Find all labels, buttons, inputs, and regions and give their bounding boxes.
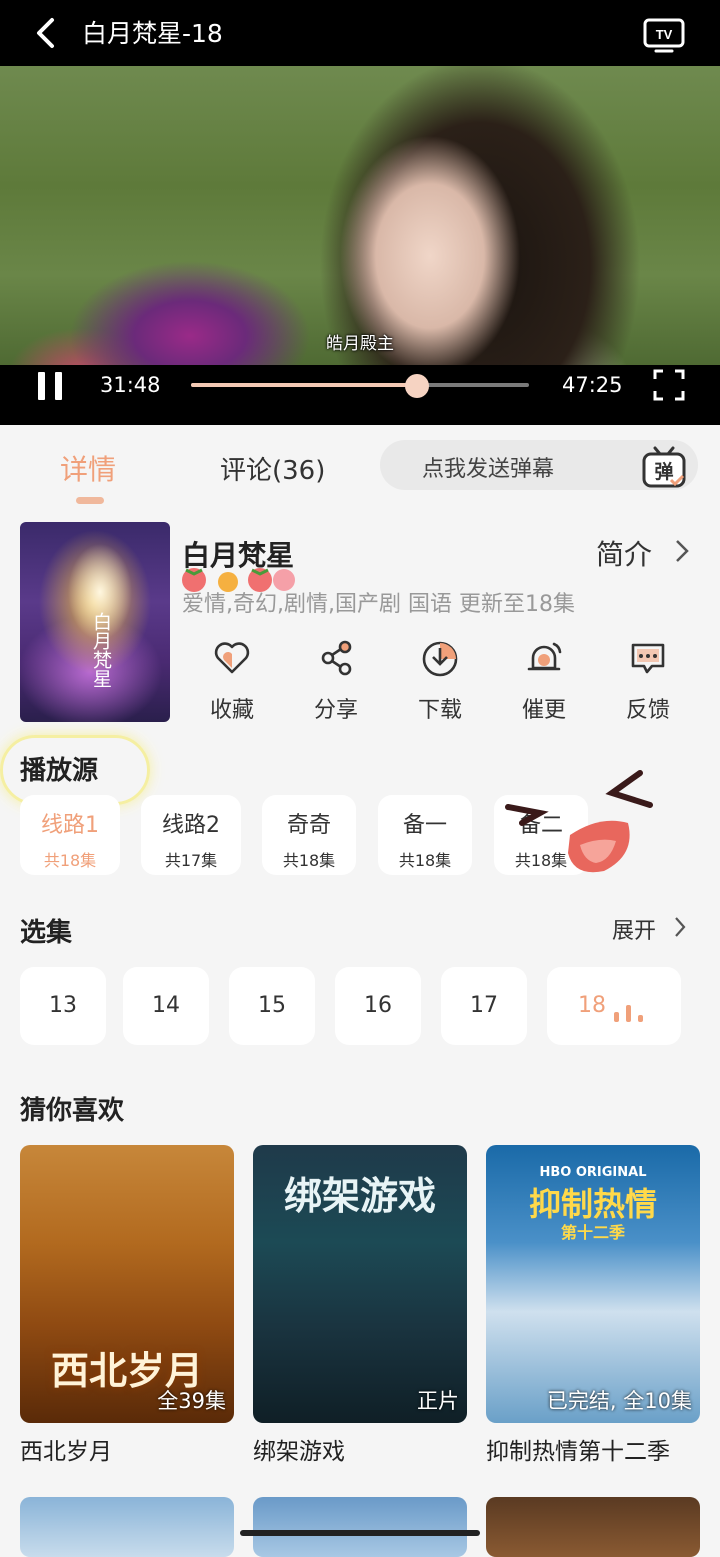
video-frame[interactable] xyxy=(0,66,720,365)
strawberry-sticker-icon xyxy=(182,568,295,592)
episode-17[interactable]: 17 xyxy=(441,967,527,1045)
tv-cast-icon[interactable]: TV xyxy=(642,15,686,55)
share-label: 分享 xyxy=(313,698,358,723)
laughing-face-doodle xyxy=(505,770,653,873)
chevron-right-icon[interactable] xyxy=(672,915,688,939)
progress-fill xyxy=(191,383,418,387)
bell-icon xyxy=(527,642,562,671)
current-time: 31:48 xyxy=(100,373,161,397)
tab-details[interactable]: 详情 xyxy=(60,448,116,488)
download-icon xyxy=(422,641,458,677)
recommend-title-1: 西北岁月 xyxy=(20,1439,112,1465)
feedback-button[interactable]: 反馈 xyxy=(612,638,684,724)
danmaku-placeholder: 点我发送弹幕 xyxy=(422,457,555,482)
recommend-card-1[interactable]: 西北岁月 全39集 xyxy=(20,1145,234,1423)
recommend-title-2: 绑架游戏 xyxy=(253,1439,345,1465)
cover-subtitle: 第十二季 xyxy=(560,1223,625,1242)
favorite-label: 收藏 xyxy=(209,698,254,723)
duration-time: 47:25 xyxy=(562,373,623,397)
remind-update-button[interactable]: 催更 xyxy=(508,638,580,724)
episode-badge: 已完结, 全10集 xyxy=(546,1389,692,1413)
poster-title: 白月梵星 xyxy=(90,612,112,688)
download-button[interactable]: 下载 xyxy=(404,638,476,724)
video-subtitle: 皓月殿主 xyxy=(326,334,394,354)
back-arrow-icon[interactable] xyxy=(30,16,64,50)
home-indicator[interactable] xyxy=(240,1530,480,1536)
source-count: 共18集 xyxy=(282,851,336,870)
cover-brand: HBO ORIGINAL xyxy=(539,1165,647,1180)
share-icon xyxy=(321,640,352,676)
source-name: 线路2 xyxy=(162,813,220,838)
svg-text:TV: TV xyxy=(656,27,673,42)
tab-active-indicator xyxy=(76,497,104,504)
recommend-heading: 猜你喜欢 xyxy=(20,1096,125,1126)
now-playing-icon xyxy=(614,1005,643,1022)
tab-comments[interactable]: 评论(36) xyxy=(220,450,325,487)
source-backup-1[interactable]: 备一 共18集 xyxy=(378,795,472,875)
episode-badge: 正片 xyxy=(417,1389,459,1413)
cover-title: 绑架游戏 xyxy=(283,1174,436,1218)
source-count: 共18集 xyxy=(43,851,97,870)
recommend-card-4[interactable] xyxy=(20,1497,234,1557)
danmaku-icon-label: 弹 xyxy=(654,460,673,483)
sources-heading: 播放源 xyxy=(20,756,99,786)
episode-13[interactable]: 13 xyxy=(20,967,106,1045)
download-label: 下载 xyxy=(417,698,462,723)
episodes-heading: 选集 xyxy=(20,918,73,948)
page-title: 白月梵星-18 xyxy=(82,19,223,48)
episode-16[interactable]: 16 xyxy=(335,967,421,1045)
source-name: 线路1 xyxy=(41,813,99,838)
expand-link[interactable]: 展开 xyxy=(612,913,656,945)
source-count: 共17集 xyxy=(164,851,218,870)
feedback-label: 反馈 xyxy=(625,698,670,723)
heart-icon xyxy=(214,642,250,674)
remind-update-label: 催更 xyxy=(521,698,566,723)
source-name: 奇奇 xyxy=(286,813,331,838)
episode-14[interactable]: 14 xyxy=(123,967,209,1045)
recommend-card-6[interactable] xyxy=(486,1497,700,1557)
fullscreen-icon[interactable] xyxy=(652,368,686,402)
danmaku-tv-icon[interactable]: 弹 xyxy=(641,444,687,490)
source-name: 备一 xyxy=(402,813,447,838)
recommend-card-3[interactable]: HBO ORIGINAL 抑制热情 第十二季 已完结, 全10集 xyxy=(486,1145,700,1423)
source-count: 共18集 xyxy=(398,851,452,870)
source-qiqi[interactable]: 奇奇 共18集 xyxy=(262,795,356,875)
chevron-right-icon[interactable] xyxy=(672,538,692,564)
pause-icon[interactable] xyxy=(36,372,64,400)
source-line-1[interactable]: 线路1 共18集 xyxy=(20,795,120,875)
intro-link[interactable]: 简介 xyxy=(596,533,652,573)
episode-badge: 全39集 xyxy=(157,1389,226,1413)
recommend-title-3: 抑制热情第十二季 xyxy=(486,1439,670,1465)
recommend-card-2[interactable]: 绑架游戏 正片 xyxy=(253,1145,467,1423)
episode-15[interactable]: 15 xyxy=(229,967,315,1045)
share-button[interactable]: 分享 xyxy=(300,638,372,724)
source-line-2[interactable]: 线路2 共17集 xyxy=(141,795,241,875)
recommend-card-5[interactable] xyxy=(253,1497,467,1557)
favorite-button[interactable]: 收藏 xyxy=(196,638,268,724)
feedback-icon xyxy=(631,643,665,674)
